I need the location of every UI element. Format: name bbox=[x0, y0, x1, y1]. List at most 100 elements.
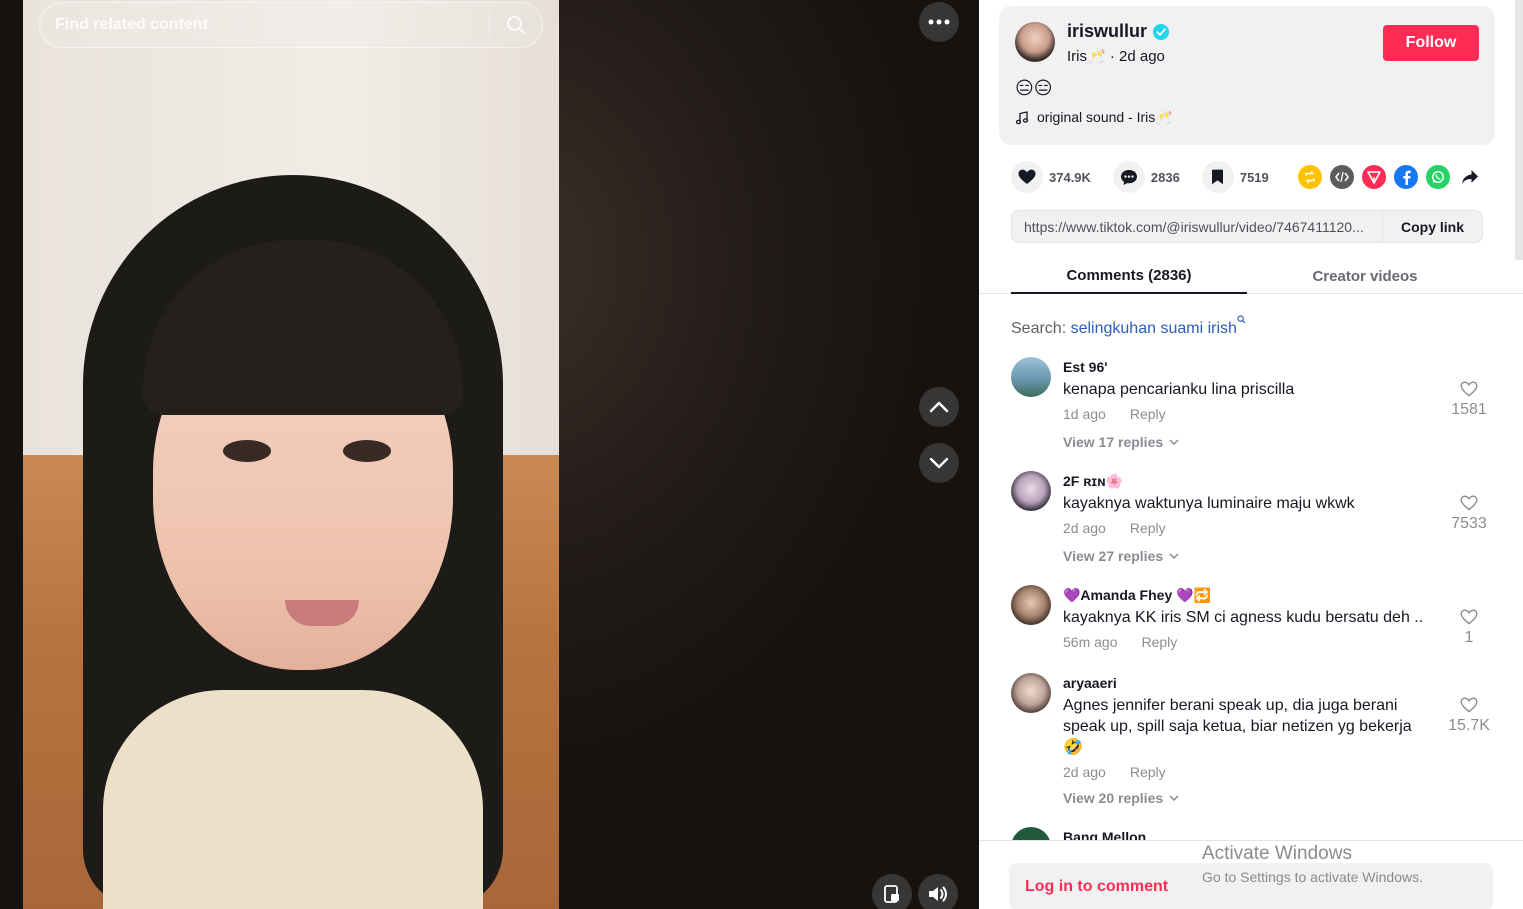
comment-action[interactable]: 2836 bbox=[1112, 161, 1180, 193]
search-input[interactable]: Find related content bbox=[40, 16, 489, 34]
view-replies-button[interactable]: View 27 replies bbox=[1063, 548, 1179, 564]
comment-item: 💜Amanda Fhey 💜🔁 kayaknya KK iris SM ci a… bbox=[1011, 583, 1501, 671]
author-username-row[interactable]: iriswullur bbox=[1067, 21, 1170, 42]
comment-like-count: 15.7K bbox=[1448, 717, 1490, 734]
reply-button[interactable]: Reply bbox=[1141, 634, 1177, 650]
related-search-query[interactable]: selingkuhan suami irish bbox=[1071, 320, 1237, 337]
comment-username[interactable]: Est 96' bbox=[1063, 359, 1108, 375]
facebook-icon[interactable] bbox=[1394, 165, 1418, 189]
share-icons bbox=[1298, 165, 1482, 189]
reply-button[interactable]: Reply bbox=[1130, 520, 1166, 536]
comment-item: 2F ʀɪɴ🌸 kayaknya waktunya luminaire maju… bbox=[1011, 469, 1501, 579]
author-username[interactable]: iriswullur bbox=[1067, 21, 1147, 42]
reply-button[interactable]: Reply bbox=[1130, 764, 1166, 780]
send-to-friends-icon[interactable] bbox=[1362, 165, 1386, 189]
find-related-search-bar[interactable]: Find related content bbox=[39, 2, 543, 48]
tab-comments[interactable]: Comments (2836) bbox=[1011, 258, 1247, 294]
comment-username[interactable]: 💜Amanda Fhey 💜🔁 bbox=[1063, 587, 1211, 604]
comment-like[interactable]: 1581 bbox=[1441, 381, 1497, 419]
comment-time: 2d ago bbox=[1063, 520, 1106, 536]
panel-tabs: Comments (2836) Creator videos bbox=[979, 258, 1523, 294]
video-link-text[interactable]: https://www.tiktok.com/@iriswullur/video… bbox=[1012, 219, 1382, 235]
detail-panel: iriswullur Iris🥂 · 2d ago Follow 😑😑 orig… bbox=[979, 0, 1523, 909]
copy-link-button[interactable]: Copy link bbox=[1382, 211, 1482, 242]
save-action[interactable]: 7519 bbox=[1201, 161, 1269, 193]
save-count: 7519 bbox=[1239, 169, 1269, 185]
music-note-icon bbox=[1015, 110, 1029, 124]
comment-time: 1d ago bbox=[1063, 406, 1106, 422]
view-replies-label: View 27 replies bbox=[1063, 548, 1164, 564]
video-player[interactable]: Find related content bbox=[0, 0, 979, 909]
floating-player-icon bbox=[884, 885, 899, 903]
comment-time: 56m ago bbox=[1063, 634, 1118, 650]
comment-avatar[interactable] bbox=[1011, 673, 1051, 713]
heart-outline-icon bbox=[1460, 495, 1478, 511]
video-description: 😑😑 bbox=[1015, 78, 1053, 98]
watermark-subtitle: Go to Settings to activate Windows. bbox=[1202, 869, 1423, 885]
tab-creator-videos[interactable]: Creator videos bbox=[1247, 258, 1483, 294]
author-avatar[interactable] bbox=[1015, 22, 1055, 62]
video-link-box: https://www.tiktok.com/@iriswullur/video… bbox=[1011, 210, 1483, 243]
heart-outline-icon bbox=[1460, 381, 1478, 397]
view-replies-label: View 20 replies bbox=[1063, 790, 1164, 806]
embed-icon[interactable] bbox=[1330, 165, 1354, 189]
video-person-eye bbox=[343, 440, 391, 462]
chevron-down-icon bbox=[929, 457, 949, 469]
like-action[interactable]: 374.9K bbox=[1011, 161, 1091, 193]
bookmark-icon[interactable] bbox=[1201, 161, 1234, 193]
comment-bubble-icon[interactable] bbox=[1112, 161, 1145, 193]
comment-like[interactable]: 1 bbox=[1441, 609, 1497, 647]
comment-text: kayaknya waktunya luminaire maju wkwk bbox=[1063, 495, 1355, 512]
chevron-up-icon bbox=[929, 401, 949, 413]
more-dots-icon bbox=[928, 19, 950, 25]
comment-username[interactable]: aryaaeri bbox=[1063, 675, 1117, 691]
comment-item: aryaaeri Agnes jennifer berani speak up,… bbox=[1011, 671, 1501, 821]
previous-video-button[interactable] bbox=[919, 387, 959, 427]
windows-activation-watermark: Activate Windows Go to Settings to activ… bbox=[1202, 843, 1423, 885]
video-person-shirt bbox=[103, 690, 483, 909]
comment-like[interactable]: 15.7K bbox=[1441, 697, 1497, 735]
follow-button[interactable]: Follow bbox=[1383, 25, 1479, 61]
comment-meta: 2d ago Reply bbox=[1063, 520, 1166, 536]
whatsapp-icon[interactable] bbox=[1426, 165, 1450, 189]
comment-avatar[interactable] bbox=[1011, 357, 1051, 397]
floating-player-button[interactable] bbox=[872, 874, 912, 909]
heart-icon[interactable] bbox=[1011, 161, 1043, 193]
like-count: 374.9K bbox=[1049, 169, 1091, 185]
comment-time: 2d ago bbox=[1063, 764, 1106, 780]
login-to-comment-link[interactable]: Log in to comment bbox=[1025, 878, 1168, 896]
comment-username[interactable]: 2F ʀɪɴ🌸 bbox=[1063, 473, 1123, 490]
chevron-down-icon bbox=[1169, 553, 1179, 559]
reply-button[interactable]: Reply bbox=[1130, 406, 1166, 422]
next-video-button[interactable] bbox=[919, 443, 959, 483]
volume-icon bbox=[929, 886, 947, 902]
video-frame[interactable] bbox=[23, 0, 559, 909]
view-replies-label: View 17 replies bbox=[1063, 434, 1164, 450]
comment-meta: 1d ago Reply bbox=[1063, 406, 1166, 422]
comment-avatar[interactable] bbox=[1011, 585, 1051, 625]
chevron-down-icon bbox=[1169, 795, 1179, 801]
search-button[interactable] bbox=[490, 2, 542, 48]
related-search-suggestion[interactable]: Search: selingkuhan suami irish bbox=[1011, 315, 1246, 338]
comment-like[interactable]: 7533 bbox=[1441, 495, 1497, 533]
view-replies-button[interactable]: View 20 replies bbox=[1063, 790, 1179, 806]
action-bar: 374.9K 2836 7519 bbox=[1011, 160, 1291, 194]
panel-scrollbar[interactable] bbox=[1515, 0, 1523, 260]
music-row[interactable]: original sound - Iris🥂 bbox=[1015, 109, 1173, 126]
comment-text: kayaknya KK iris SM ci agness kudu bersa… bbox=[1063, 609, 1424, 626]
share-arrow-icon[interactable] bbox=[1458, 165, 1482, 189]
music-title[interactable]: original sound - Iris🥂 bbox=[1037, 109, 1173, 126]
heart-outline-icon bbox=[1460, 697, 1478, 713]
more-options-button[interactable] bbox=[919, 2, 959, 42]
view-replies-button[interactable]: View 17 replies bbox=[1063, 434, 1179, 450]
repost-icon[interactable] bbox=[1298, 165, 1322, 189]
search-icon bbox=[1237, 315, 1246, 324]
comment-avatar[interactable] bbox=[1011, 471, 1051, 511]
related-search-label: Search: bbox=[1011, 320, 1071, 337]
comment-count: 2836 bbox=[1150, 169, 1180, 185]
chevron-down-icon bbox=[1169, 439, 1179, 445]
video-person-eye bbox=[223, 440, 271, 462]
comment-like-count: 7533 bbox=[1451, 515, 1487, 532]
volume-button[interactable] bbox=[918, 874, 958, 909]
watermark-title: Activate Windows bbox=[1202, 843, 1352, 864]
